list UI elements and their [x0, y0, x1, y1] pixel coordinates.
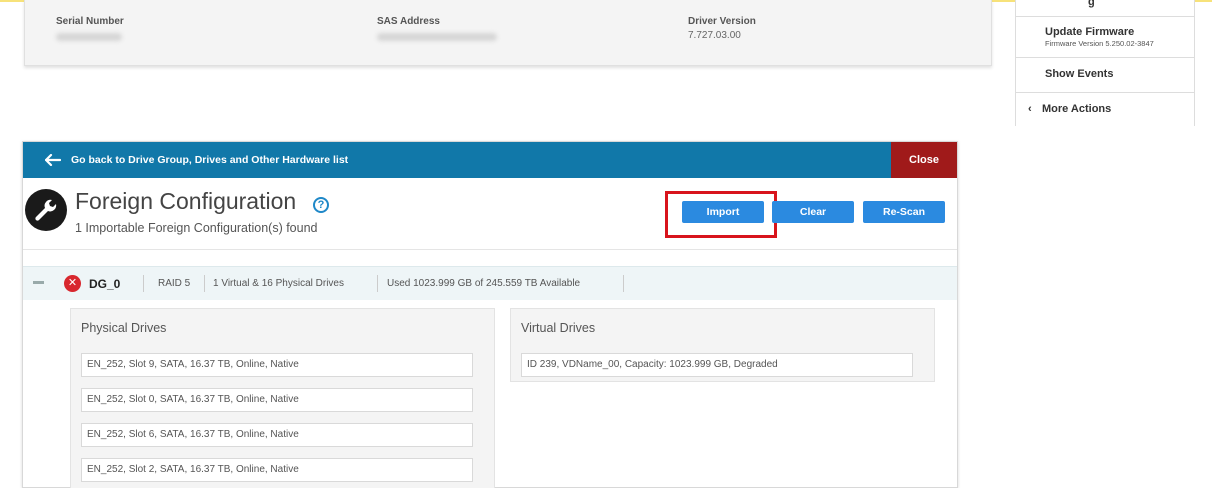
foreign-config-count: 1 Importable Foreign Configuration(s) fo… — [75, 221, 318, 235]
rescan-button[interactable]: Re-Scan — [863, 201, 945, 223]
sas-address-redacted — [377, 33, 497, 41]
foreign-configuration-panel: Go back to Drive Group, Drives and Other… — [22, 141, 958, 488]
close-button[interactable]: Close — [891, 142, 957, 178]
physical-drives-box: Physical Drives EN_252, Slot 9, SATA, 16… — [70, 308, 495, 488]
back-to-list-link[interactable]: Go back to Drive Group, Drives and Other… — [45, 142, 348, 178]
divider — [377, 275, 378, 292]
divider — [143, 275, 144, 292]
sas-address-label: SAS Address — [377, 16, 440, 27]
firmware-version-label: Firmware Version 5.250.02-3847 — [1045, 39, 1154, 48]
list-item[interactable]: EN_252, Slot 2, SATA, 16.37 TB, Online, … — [81, 458, 473, 482]
virtual-drives-title: Virtual Drives — [521, 321, 596, 335]
driver-version-field: Driver Version 7.727.03.00 — [688, 16, 756, 41]
collapse-icon[interactable] — [33, 281, 44, 284]
side-action-menu: g Update Firmware Firmware Version 5.250… — [1015, 0, 1195, 126]
serial-number-field: Serial Number — [56, 16, 124, 46]
driver-version-value: 7.727.03.00 — [688, 30, 741, 41]
clear-button[interactable]: Clear — [772, 201, 854, 223]
drive-group-name: DG_0 — [89, 277, 121, 291]
import-button[interactable]: Import — [682, 201, 764, 223]
raid-level: RAID 5 — [158, 278, 191, 289]
panel-header-bar: Go back to Drive Group, Drives and Other… — [23, 142, 957, 178]
error-icon: ✕ — [64, 275, 81, 292]
wrench-icon — [25, 189, 67, 231]
list-item[interactable]: ID 239, VDName_00, Capacity: 1023.999 GB… — [521, 353, 913, 377]
drive-count: 1 Virtual & 16 Physical Drives — [213, 278, 344, 289]
sas-address-field: SAS Address — [377, 16, 497, 46]
list-item[interactable]: EN_252, Slot 6, SATA, 16.37 TB, Online, … — [81, 423, 473, 447]
side-item-show-events[interactable]: Show Events — [1016, 57, 1195, 92]
show-events-label: Show Events — [1045, 68, 1114, 80]
back-link-label: Go back to Drive Group, Drives and Other… — [71, 154, 349, 166]
more-actions-label: More Actions — [1042, 103, 1112, 115]
side-item-update-firmware[interactable]: Update Firmware Firmware Version 5.250.0… — [1016, 16, 1195, 57]
serial-number-redacted — [56, 33, 122, 41]
update-firmware-label: Update Firmware — [1045, 26, 1135, 38]
virtual-drives-box: Virtual Drives ID 239, VDName_00, Capaci… — [510, 308, 935, 382]
capacity-usage: Used 1023.999 GB of 245.559 TB Available — [387, 278, 581, 289]
arrow-left-icon — [45, 154, 61, 167]
physical-drives-title: Physical Drives — [81, 321, 167, 335]
divider — [204, 275, 205, 292]
chevron-left-icon: ‹ — [1028, 103, 1032, 115]
foreign-config-header: Foreign Configuration ? 1 Importable For… — [23, 178, 957, 250]
side-item-partial[interactable]: g — [1016, 0, 1195, 16]
list-item[interactable]: EN_252, Slot 0, SATA, 16.37 TB, Online, … — [81, 388, 473, 412]
divider — [623, 275, 624, 292]
driver-version-label: Driver Version — [688, 16, 756, 27]
page-title: Foreign Configuration — [75, 188, 297, 214]
side-item-more-actions[interactable]: ‹ More Actions — [1016, 92, 1195, 126]
list-item[interactable]: EN_252, Slot 9, SATA, 16.37 TB, Online, … — [81, 353, 473, 377]
drive-group-row: ✕ DG_0 RAID 5 1 Virtual & 16 Physical Dr… — [23, 266, 957, 300]
help-icon[interactable]: ? — [313, 197, 329, 213]
serial-number-label: Serial Number — [56, 16, 124, 27]
controller-info-card: Serial Number SAS Address Driver Version… — [24, 0, 992, 66]
